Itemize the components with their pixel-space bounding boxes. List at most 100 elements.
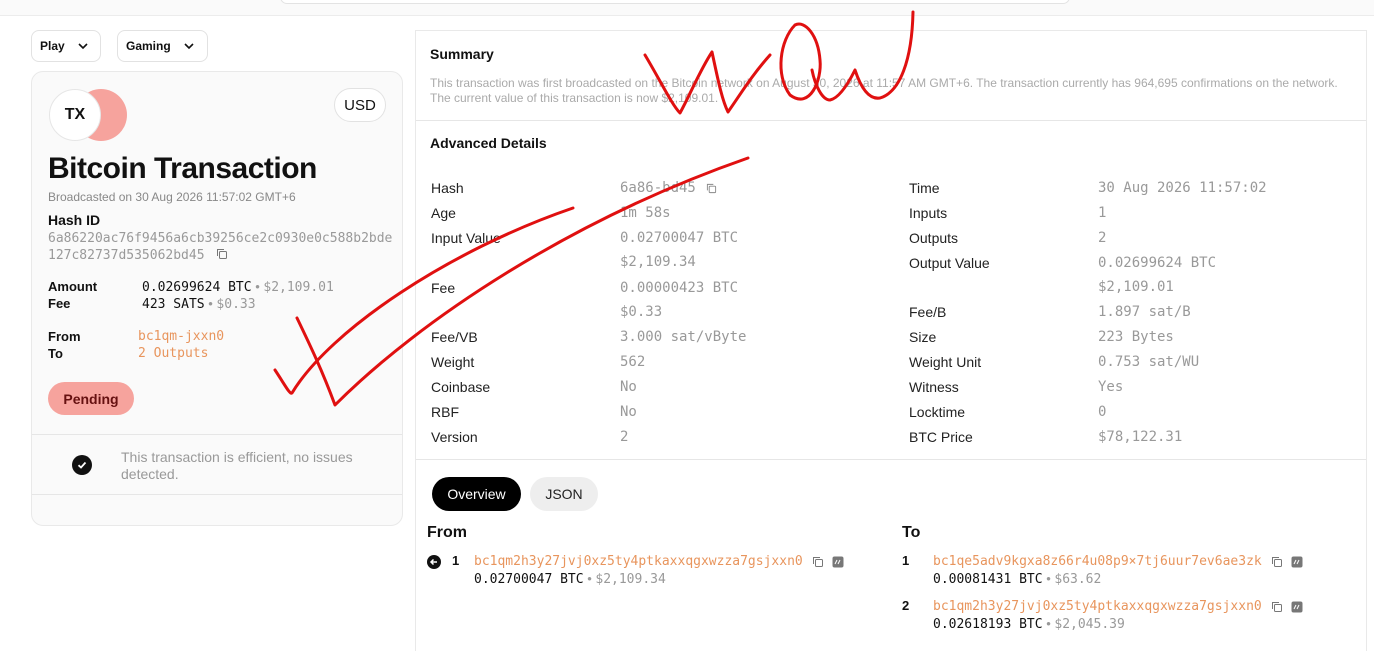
play-dropdown[interactable]: Play	[31, 30, 101, 62]
copy-icon[interactable]	[706, 183, 717, 194]
tab-overview[interactable]: Overview	[432, 477, 521, 511]
currency-toggle[interactable]: USD	[334, 88, 386, 122]
from-address-link[interactable]: bc1qm-jxxn0	[138, 329, 224, 344]
detail-label-output-value: Output Value	[909, 255, 990, 271]
detail-value-fee: 0.00000423 BTC	[620, 280, 739, 296]
advanced-title: Advanced Details	[430, 135, 547, 151]
copy-icon[interactable]	[812, 556, 824, 568]
detail-value-rbf: No	[620, 404, 637, 420]
play-dropdown-label: Play	[40, 39, 65, 53]
output-row: bc1qm2h3y27jvj0xz5ty4ptkaxxqgxwzza7gsjxx…	[933, 598, 1303, 614]
copy-icon[interactable]	[1271, 601, 1283, 613]
detail-label-version: Version	[431, 429, 478, 445]
detail-value-version: 2	[620, 429, 629, 445]
detail-label-inputs: Inputs	[909, 205, 948, 221]
output-row: bc1qe5adv9kgxa8z66r4u08p9×7tj6uur7ev6ae3…	[933, 553, 1303, 569]
detail-label-witness: Witness	[909, 379, 959, 395]
search-bar[interactable]	[280, 0, 1070, 4]
detail-label-input-value: Input Value	[431, 230, 501, 246]
detail-value-input-value-usd: $2,109.34	[620, 254, 696, 270]
summary-title: Summary	[430, 46, 494, 62]
divider	[416, 459, 1366, 460]
detail-value-locktime: 0	[1098, 404, 1107, 420]
tab-json[interactable]: JSON	[530, 477, 598, 511]
gaming-dropdown[interactable]: Gaming	[117, 30, 208, 62]
detail-label-weight-unit: Weight Unit	[909, 354, 982, 370]
detail-label-btc-price: BTC Price	[909, 429, 973, 445]
copy-icon[interactable]	[216, 248, 228, 260]
top-bar	[0, 0, 1374, 16]
detail-label-fee: Fee	[431, 280, 456, 296]
amount-value: 0.02699624 BTC • $2,109.01	[142, 279, 334, 295]
input-row: bc1qm2h3y27jvj0xz5ty4ptkaxxqgxwzza7gsjxx…	[474, 553, 844, 569]
transaction-card: TX USD Bitcoin Transaction Broadcasted o…	[31, 71, 403, 526]
detail-value-input-value: 0.02700047 BTC	[620, 230, 739, 246]
summary-text: This transaction was first broadcasted o…	[430, 76, 1338, 105]
output-btc: 0.02618193 BTC	[933, 617, 1043, 632]
fee-sats: 423 SATS	[142, 297, 205, 312]
output-usd: $2,045.39	[1054, 617, 1125, 632]
output-address-link[interactable]: bc1qm2h3y27jvj0xz5ty4ptkaxxqgxwzza7gsjxx…	[933, 599, 1262, 614]
input-address-link[interactable]: bc1qm2h3y27jvj0xz5ty4ptkaxxqgxwzza7gsjxx…	[474, 554, 803, 569]
amount-label: Amount	[48, 279, 98, 294]
to-label: To	[48, 346, 63, 361]
hash-label: Hash ID	[48, 212, 101, 228]
check-circle-icon	[72, 455, 92, 475]
detail-value-hash-text: 6a86-bd45	[620, 180, 696, 196]
detail-value-weight: 562	[620, 354, 646, 370]
chevron-down-icon	[78, 43, 88, 50]
detail-value-witness: Yes	[1098, 379, 1124, 395]
detail-label-fee-vb: Fee/VB	[431, 329, 478, 345]
input-index: 1	[452, 553, 460, 568]
tx-icon-label: TX	[49, 89, 101, 141]
explorer-icon[interactable]	[832, 556, 844, 568]
output-index: 2	[902, 598, 910, 613]
detail-value-weight-unit: 0.753 sat/WU	[1098, 354, 1200, 370]
details-panel: Summary This transaction was first broad…	[415, 30, 1367, 651]
amount-usd: $2,109.01	[263, 280, 334, 295]
output-address-link[interactable]: bc1qe5adv9kgxa8z66r4u08p9×7tj6uur7ev6ae3…	[933, 554, 1262, 569]
fee-usd: $0.33	[216, 297, 256, 312]
amount-btc: 0.02699624 BTC	[142, 280, 252, 295]
output-amount: 0.00081431 BTC • $63.62	[933, 571, 1102, 587]
detail-label-fee-b: Fee/B	[909, 304, 947, 320]
detail-value-btc-price: $78,122.31	[1098, 429, 1183, 445]
detail-label-hash: Hash	[431, 180, 464, 196]
status-badge: Pending	[48, 382, 134, 415]
detail-label-age: Age	[431, 205, 456, 221]
detail-value-age: 1m 58s	[620, 205, 671, 221]
detail-value-fee-b: 1.897 sat/B	[1098, 304, 1191, 320]
input-amount: 0.02700047 BTC • $2,109.34	[474, 571, 666, 587]
explorer-icon[interactable]	[1291, 556, 1303, 568]
outputs-title: To	[902, 524, 921, 541]
detail-label-rbf: RBF	[431, 404, 459, 420]
output-btc: 0.00081431 BTC	[933, 572, 1043, 587]
gaming-dropdown-label: Gaming	[126, 39, 171, 53]
detail-value-outputs: 2	[1098, 230, 1107, 246]
divider	[32, 434, 402, 435]
detail-label-coinbase: Coinbase	[431, 379, 491, 395]
detail-value-fee-vb: 3.000 sat/vByte	[620, 329, 747, 345]
detail-label-outputs: Outputs	[909, 230, 959, 246]
tx-icon: TX	[49, 89, 129, 141]
output-usd: $63.62	[1054, 572, 1102, 587]
arrow-left-circle-icon	[427, 555, 441, 569]
hash-id: 6a86220ac76f9456a6cb39256ce2c0930e0c588b…	[48, 230, 393, 264]
input-usd: $2,109.34	[595, 572, 666, 587]
detail-value-size: 223 Bytes	[1098, 329, 1174, 345]
detail-value-inputs: 1	[1098, 205, 1107, 221]
fee-value: 423 SATS • $0.33	[142, 296, 256, 312]
detail-value-coinbase: No	[620, 379, 637, 395]
output-index: 1	[902, 553, 910, 568]
input-btc: 0.02700047 BTC	[474, 572, 584, 587]
copy-icon[interactable]	[1271, 556, 1283, 568]
divider	[32, 494, 402, 495]
detail-value-hash: 6a86-bd45	[620, 180, 717, 196]
inputs-title: From	[427, 524, 467, 541]
to-outputs-link[interactable]: 2 Outputs	[138, 346, 208, 361]
efficiency-message: This transaction is efficient, no issues…	[121, 449, 353, 482]
from-label: From	[48, 329, 81, 344]
detail-value-output-value-usd: $2,109.01	[1098, 279, 1174, 295]
explorer-icon[interactable]	[1291, 601, 1303, 613]
fee-label: Fee	[48, 296, 71, 311]
